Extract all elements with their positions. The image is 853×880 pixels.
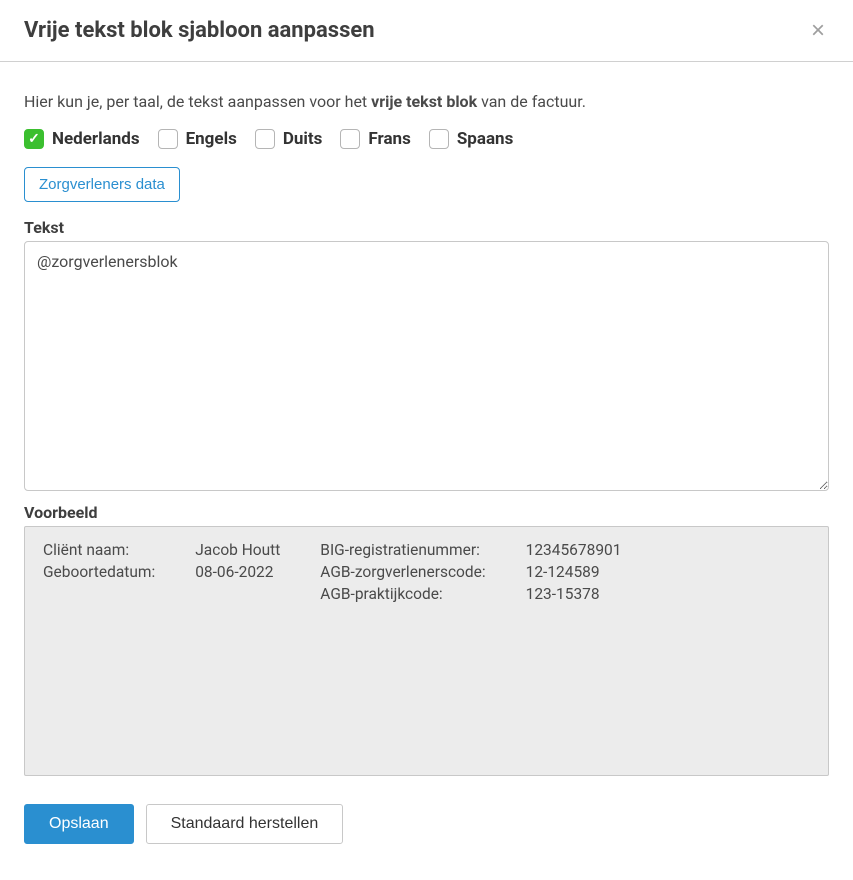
- lang-label: Duits: [283, 129, 323, 149]
- tekst-textarea[interactable]: [24, 241, 829, 491]
- preview-col-right: BIG-registratienummer: 12345678901 AGB-z…: [320, 541, 621, 761]
- save-button[interactable]: Opslaan: [24, 804, 134, 844]
- lang-engels[interactable]: Engels: [158, 129, 237, 149]
- intro-pre: Hier kun je, per taal, de tekst aanpasse…: [24, 92, 371, 111]
- intro-text: Hier kun je, per taal, de tekst aanpasse…: [24, 92, 829, 111]
- checkbox-icon: [158, 129, 178, 149]
- lang-spaans[interactable]: Spaans: [429, 129, 514, 149]
- lang-label: Spaans: [457, 129, 514, 149]
- preview-label: AGB-zorgverlenerscode:: [320, 563, 485, 581]
- preview-value: Jacob Houtt: [195, 541, 280, 559]
- lang-duits[interactable]: Duits: [255, 129, 323, 149]
- voorbeeld-label: Voorbeeld: [24, 503, 829, 522]
- preview-value: 12345678901: [526, 541, 622, 559]
- modal-body: Hier kun je, per taal, de tekst aanpasse…: [0, 62, 853, 868]
- preview-label: BIG-registratienummer:: [320, 541, 485, 559]
- lang-frans[interactable]: Frans: [340, 129, 410, 149]
- preview-value: 123-15378: [526, 585, 622, 603]
- lang-nederlands[interactable]: Nederlands: [24, 129, 140, 149]
- tekst-label: Tekst: [24, 218, 829, 237]
- lang-label: Frans: [368, 129, 410, 149]
- preview-label: AGB-praktijkcode:: [320, 585, 485, 603]
- modal-header: Vrije tekst blok sjabloon aanpassen ×: [0, 0, 853, 62]
- intro-post: van de factuur.: [477, 92, 586, 111]
- checkbox-icon: [255, 129, 275, 149]
- close-icon: ×: [811, 17, 825, 44]
- preview-label: Geboortedatum:: [43, 563, 155, 581]
- footer-actions: Opslaan Standaard herstellen: [24, 804, 829, 844]
- lang-label: Engels: [186, 129, 237, 149]
- close-button[interactable]: ×: [807, 19, 829, 43]
- modal-dialog: Vrije tekst blok sjabloon aanpassen × Hi…: [0, 0, 853, 868]
- modal-title: Vrije tekst blok sjabloon aanpassen: [24, 18, 375, 43]
- preview-box: Cliënt naam: Jacob Houtt Geboortedatum: …: [24, 526, 829, 776]
- language-selector: Nederlands Engels Duits Frans Spaans: [24, 129, 829, 149]
- checkbox-icon: [340, 129, 360, 149]
- lang-label: Nederlands: [52, 129, 140, 149]
- preview-value: 12-124589: [526, 563, 622, 581]
- checkbox-icon: [429, 129, 449, 149]
- intro-bold: vrije tekst blok: [371, 92, 477, 111]
- preview-value: 08-06-2022: [195, 563, 280, 581]
- reset-button[interactable]: Standaard herstellen: [146, 804, 344, 844]
- checkbox-icon: [24, 129, 44, 149]
- preview-label: Cliënt naam:: [43, 541, 155, 559]
- zorgverleners-data-button[interactable]: Zorgverleners data: [24, 167, 180, 202]
- preview-col-left: Cliënt naam: Jacob Houtt Geboortedatum: …: [43, 541, 280, 761]
